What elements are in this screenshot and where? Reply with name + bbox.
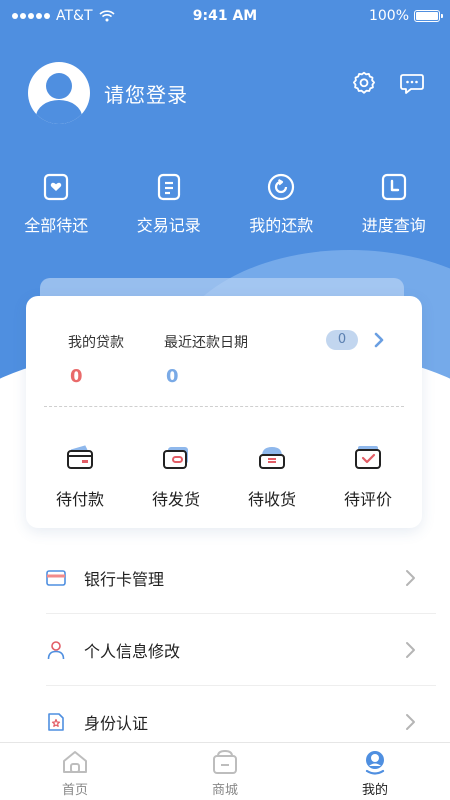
recent-repay-label: 最近还款日期 <box>164 335 248 351</box>
refresh-icon <box>268 173 295 201</box>
quick-progress-label: 进度查询 <box>361 216 426 235</box>
review-icon <box>355 446 381 469</box>
quick-transactions-label: 交易记录 <box>136 216 201 235</box>
quick-my-repayment[interactable]: 我的还款 <box>225 172 338 236</box>
loan-summary[interactable]: 我的贷款 0 最近还款日期 0 0 <box>26 296 422 406</box>
profile-login[interactable]: 请您登录 <box>28 62 188 124</box>
quick-all-pending-label: 全部待还 <box>24 216 89 235</box>
shop-icon <box>213 749 237 774</box>
home-icon <box>63 751 87 773</box>
tab-profile[interactable]: 我的 <box>300 743 450 800</box>
tab-home[interactable]: 首页 <box>0 743 150 800</box>
battery-percent: 100% <box>368 8 409 24</box>
chevron-right-icon[interactable] <box>372 331 386 349</box>
menu-personal-info-label: 个人信息修改 <box>84 641 181 661</box>
chevron-right-icon <box>406 570 415 586</box>
recent-repay-value: 0 <box>166 366 179 387</box>
heart-card-icon <box>44 173 69 201</box>
chevron-right-icon <box>406 642 415 658</box>
bank-card-icon <box>46 569 66 586</box>
receive-icon <box>259 447 285 469</box>
tab-profile-label: 我的 <box>361 783 388 798</box>
wallet-icon <box>67 445 93 469</box>
clock-icon <box>381 173 406 201</box>
menu-id-verify-label: 身份认证 <box>84 713 149 733</box>
id-verify-icon <box>48 712 64 731</box>
settings-menu: 银行卡管理 个人信息修改 身份认证 <box>0 542 450 758</box>
quick-all-pending[interactable]: 全部待还 <box>0 172 113 236</box>
menu-bank-card[interactable]: 银行卡管理 <box>46 542 436 614</box>
tab-shop-label: 商城 <box>211 783 238 798</box>
quick-progress[interactable]: 进度查询 <box>338 172 450 236</box>
count-badge: 0 <box>326 330 358 350</box>
profile-icon <box>365 751 385 775</box>
tab-shop[interactable]: 商城 <box>150 743 300 800</box>
order-to-pay-label: 待付款 <box>55 490 104 509</box>
menu-bank-card-label: 银行卡管理 <box>84 569 165 589</box>
card-divider <box>44 406 404 407</box>
person-icon <box>47 640 65 659</box>
chevron-right-icon <box>406 714 415 730</box>
order-to-ship[interactable]: 待发货 <box>128 444 224 510</box>
battery-group: 100% <box>368 8 443 24</box>
battery-icon <box>414 10 443 22</box>
quick-my-repayment-label: 我的还款 <box>249 216 314 235</box>
gear-icon[interactable] <box>351 70 377 96</box>
tab-home-label: 首页 <box>61 783 88 798</box>
status-bar: AT&T 9:41 AM 100% <box>0 0 450 34</box>
loan-card: 我的贷款 0 最近还款日期 0 0 待付款 待发货 待收货 待评价 <box>26 296 422 528</box>
my-loan-value: 0 <box>70 366 83 387</box>
menu-personal-info[interactable]: 个人信息修改 <box>46 614 436 686</box>
quick-nav: 全部待还 交易记录 我的还款 进度查询 <box>0 172 450 236</box>
my-loan-label: 我的贷款 <box>68 335 124 351</box>
avatar[interactable] <box>28 62 90 124</box>
message-icon[interactable] <box>399 70 425 96</box>
order-to-ship-label: 待发货 <box>151 490 200 509</box>
order-to-review[interactable]: 待评价 <box>320 444 416 510</box>
package-icon <box>163 447 188 469</box>
order-status-row: 待付款 待发货 待收货 待评价 <box>26 444 422 510</box>
order-to-receive[interactable]: 待收货 <box>224 444 320 510</box>
document-icon <box>157 173 180 201</box>
tab-bar: 首页 商城 我的 <box>0 742 450 800</box>
order-to-pay[interactable]: 待付款 <box>32 444 128 510</box>
recent-repay[interactable]: 最近还款日期 0 <box>164 332 248 387</box>
order-to-review-label: 待评价 <box>343 490 392 509</box>
quick-transactions[interactable]: 交易记录 <box>113 172 226 236</box>
order-to-receive-label: 待收货 <box>247 490 296 509</box>
login-text[interactable]: 请您登录 <box>104 79 188 108</box>
my-loan[interactable]: 我的贷款 0 <box>68 332 124 387</box>
